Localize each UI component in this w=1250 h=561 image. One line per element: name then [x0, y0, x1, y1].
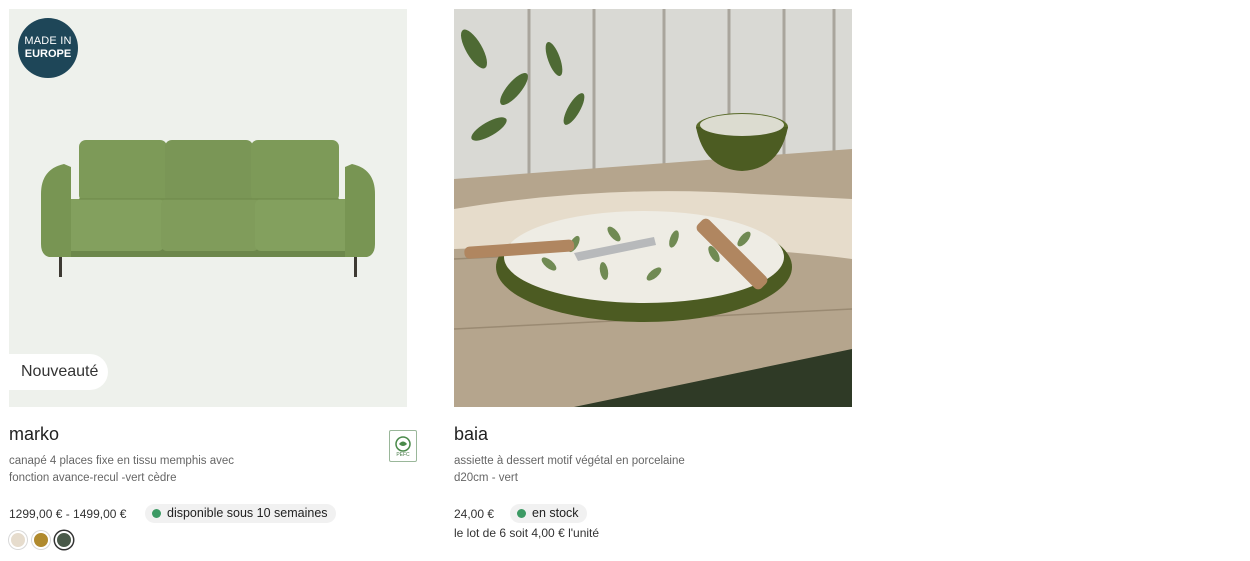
- made-in-europe-badge: MADE IN EUROPE: [18, 18, 78, 78]
- availability-badge: disponible sous 10 semaines: [145, 504, 336, 523]
- pefc-label: PEFC: [396, 452, 410, 458]
- badge-line-2: EUROPE: [24, 48, 72, 60]
- badge-line-1: MADE IN: [24, 35, 72, 47]
- availability-badge: en stock: [510, 504, 587, 523]
- product-price: 1299,00 € - 1499,00 €: [9, 507, 127, 521]
- description-line: assiette à dessert motif végétal en porc…: [454, 455, 685, 467]
- product-image-sofa[interactable]: MADE IN EUROPE Nouveauté: [9, 9, 407, 407]
- color-swatches: [9, 531, 73, 549]
- product-card-baia[interactable]: baia assiette à dessert motif végétal en…: [454, 9, 852, 540]
- new-badge: Nouveauté: [9, 354, 109, 390]
- product-description: assiette à dessert motif végétal en porc…: [454, 453, 754, 487]
- availability-dot-icon: [152, 509, 161, 518]
- description-line: canapé 4 places fixe en tissu memphis av…: [9, 455, 235, 467]
- availability-text: disponible sous 10 semaines: [167, 506, 328, 520]
- swatch-beige[interactable]: [9, 531, 27, 549]
- description-line: d20cm - vert: [454, 472, 518, 484]
- plate-photo-illustration: [454, 9, 852, 407]
- product-image-plate[interactable]: [454, 9, 852, 407]
- swatch-ochre[interactable]: [32, 531, 50, 549]
- description-line: fonction avance-recul -vert cèdre: [9, 472, 177, 484]
- lot-price-info: le lot de 6 soit 4,00 € l'unité: [454, 526, 600, 540]
- product-description: canapé 4 places fixe en tissu memphis av…: [9, 453, 309, 487]
- product-price: 24,00 €: [454, 507, 495, 521]
- product-name[interactable]: marko: [9, 424, 59, 445]
- product-card-marko[interactable]: MADE IN EUROPE Nouveauté marko PEFC cana…: [9, 9, 417, 549]
- pefc-icon: PEFC: [389, 430, 417, 462]
- availability-text: en stock: [532, 506, 579, 520]
- availability-dot-icon: [517, 509, 526, 518]
- product-name[interactable]: baia: [454, 424, 488, 445]
- swatch-green-selected[interactable]: [55, 531, 73, 549]
